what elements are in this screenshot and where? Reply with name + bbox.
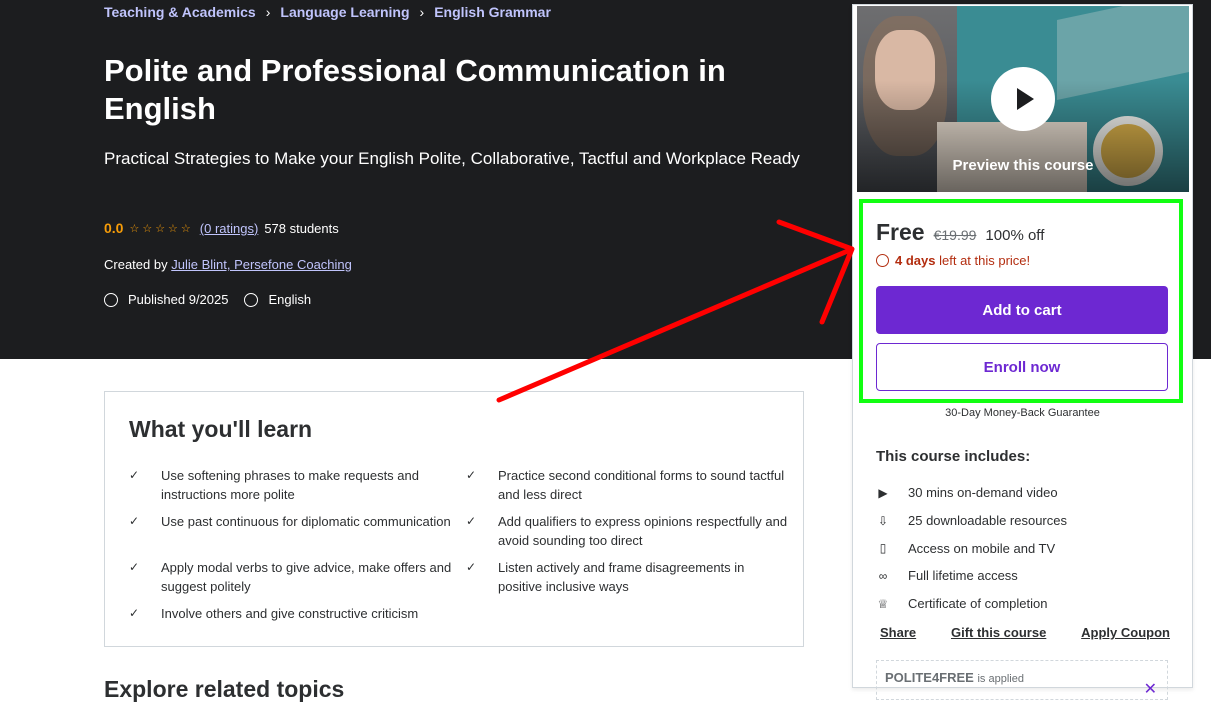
mobile-icon: ▯ [879,541,887,556]
learn-item-text: Practice second conditional forms to sou… [498,468,785,502]
what-you-learn-title: What you'll learn [129,416,313,442]
include-item: ♕ Certificate of completion [876,590,1166,618]
include-item: ▯ Access on mobile and TV [876,534,1166,562]
instructor-links[interactable]: Julie Blint, Persefone Coaching [171,257,352,272]
check-icon: ✓ [466,560,477,574]
course-subtitle: Practical Strategies to Make your Englis… [104,149,800,168]
include-item-label: Certificate of completion [908,596,1048,612]
timer-days: 4 days [895,253,936,268]
check-icon: ✓ [129,468,140,482]
related-topics-heading: Explore related topics [104,676,345,702]
include-item-label: Access on mobile and TV [908,540,1056,556]
applied-coupon-box: POLITE4FREE is applied ✕ [876,660,1168,700]
apply-coupon-link[interactable]: Apply Coupon [1081,625,1170,640]
add-to-cart-button[interactable]: Add to cart [876,286,1168,334]
coupon-status: is applied [977,673,1024,685]
infinity-icon: ∞ [878,568,888,583]
learn-item-text: Listen actively and frame disagreements … [498,560,745,594]
check-icon: ✓ [466,468,477,482]
include-item: ∞ Full lifetime access [876,562,1166,590]
created-by-label: Created by [104,257,168,272]
breadcrumb: Teaching & Academics › Language Learning… [104,4,551,20]
learn-item: ✓ Add qualifiers to express opinions resp… [466,512,789,550]
includes-title: This course includes: [876,448,1031,465]
learn-item: ✓ Involve others and give constructive cr… [129,604,466,623]
sidebar-links: Share Gift this course Apply Coupon [880,625,1170,640]
created-by: Created by Julie Blint, Persefone Coachi… [104,257,352,272]
play-icon[interactable] [991,67,1055,131]
learn-item: ✓ Use past continuous for diplomatic comm… [129,512,466,550]
check-icon: ✓ [466,514,477,528]
price-timer: 4 days left at this price! [876,253,1030,268]
current-price: Free [876,219,925,245]
discount-percent: 100% off [985,227,1045,244]
rating-value: 0.0 [104,220,124,236]
learn-item: ✓ Practice second conditional forms to so… [466,466,789,504]
file-download-icon: ⇩ [877,513,889,528]
course-meta: Published 9/2025 English [104,292,311,307]
rating-row: 0.0 ☆☆☆☆☆ (0 ratings) 578 students [104,220,339,236]
trophy-icon: ♕ [877,596,889,611]
original-price: €19.99 [933,227,977,243]
preview-course-label[interactable]: Preview this course [857,157,1189,174]
alarm-clock-icon [876,254,889,267]
enroll-now-button[interactable]: Enroll now [876,343,1168,391]
breadcrumb-teaching-academics[interactable]: Teaching & Academics [104,4,256,20]
students-count: 578 students [264,220,339,236]
alert-badge-icon [104,292,118,307]
chevron-right-icon: › [419,4,425,20]
gift-course-link[interactable]: Gift this course [951,625,1046,640]
learn-item: ✓ Apply modal verbs to give advice, make … [129,558,466,596]
learn-item: ✓ Listen actively and frame disagreements… [466,558,789,596]
check-icon: ✓ [129,514,140,528]
course-language: English [268,292,312,307]
remove-coupon-icon[interactable]: ✕ [1144,679,1157,699]
price-row: Free €19.99 100% off [876,219,1044,246]
learn-item-text: Apply modal verbs to give advice, make o… [161,560,452,594]
breadcrumb-english-grammar[interactable]: English Grammar [434,4,551,20]
includes-list: ▶ 30 mins on-demand video ⇩ 25 downloadabl… [876,479,1166,617]
money-back-guarantee: 30-Day Money-Back Guarantee [945,407,1100,419]
share-link[interactable]: Share [880,625,916,640]
course-preview[interactable]: Preview this course [857,6,1189,192]
learn-item-text: Use softening phrases to make requests a… [161,468,419,502]
include-item: ▶ 30 mins on-demand video [876,479,1166,507]
learn-item-text: Use past continuous for diplomatic commu… [161,514,451,529]
star-rating-icon: ☆☆☆☆☆ [129,222,194,235]
what-you-learn-box: What you'll learn ✓ Use softening phrases… [104,391,804,647]
learn-item-text: Involve others and give constructive cri… [161,606,419,621]
coupon-code: POLITE4FREE [885,670,974,685]
play-triangle [1017,88,1034,110]
course-title: Polite and Professional Communication in… [104,53,726,126]
video-icon: ▶ [878,485,888,500]
published-date: Published 9/2025 [128,292,229,307]
include-item-label: 30 mins on-demand video [908,485,1058,501]
purchase-sidebar: Preview this course Free €19.99 100% off… [852,4,1193,700]
breadcrumb-language-learning[interactable]: Language Learning [280,4,409,20]
ratings-count-link[interactable]: (0 ratings) [200,221,259,236]
include-item: ⇩ 25 downloadable resources [876,507,1166,535]
learn-list: ✓ Use softening phrases to make requests … [129,466,789,623]
check-icon: ✓ [129,560,140,574]
include-item-label: 25 downloadable resources [908,513,1067,529]
timer-text: left at this price! [939,253,1031,268]
globe-icon [244,292,259,307]
check-icon: ✓ [129,606,140,620]
learn-item-text: Add qualifiers to express opinions respe… [498,514,788,548]
learn-item: ✓ Use softening phrases to make requests … [129,466,466,504]
chevron-right-icon: › [265,4,271,20]
include-item-label: Full lifetime access [908,568,1018,584]
